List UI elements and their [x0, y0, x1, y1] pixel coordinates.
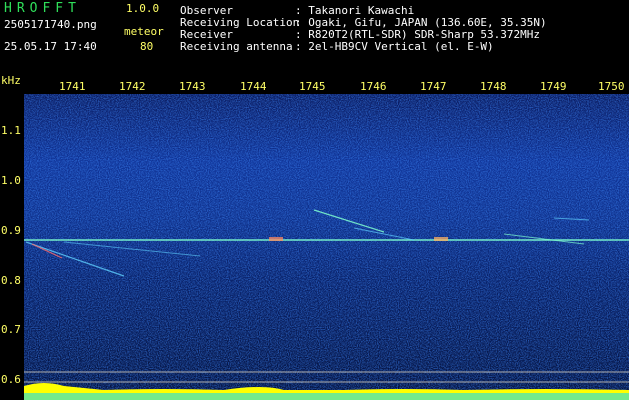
hrofft-window: HROFFT 1.0.0 2505171740.png 25.05.17 17:… [0, 0, 629, 400]
time-tick: 1748 [480, 80, 507, 93]
freq-tick: 0.9 [1, 224, 21, 237]
time-tick: 1745 [299, 80, 326, 93]
info-value: 2el-HB9CV Vertical (el. E-W) [308, 40, 494, 53]
freq-tick: 1.0 [1, 174, 21, 187]
info-label: Receiving antenna [180, 40, 293, 53]
mode-label: meteor [124, 25, 164, 38]
freq-tick: 0.6 [1, 373, 21, 386]
freq-tick: 0.7 [1, 323, 21, 336]
mode-value: 80 [140, 40, 154, 53]
time-tick: 1746 [360, 80, 387, 93]
time-tick: 1741 [59, 80, 86, 93]
time-tick: 1743 [179, 80, 206, 93]
signal-level-base [24, 393, 629, 400]
file-name: 2505171740.png [4, 18, 97, 31]
freq-tick: 1.1 [1, 124, 21, 137]
freq-unit-label: kHz [1, 74, 21, 87]
info-sep: : [295, 40, 309, 53]
app-version: 1.0.0 [126, 2, 160, 15]
meteor-echo [434, 237, 448, 241]
spectrogram-svg [24, 94, 629, 400]
spectrogram-panel [24, 94, 629, 400]
app-title: HROFFT [4, 1, 81, 16]
time-tick: 1750 [598, 80, 625, 93]
time-tick: 1744 [240, 80, 267, 93]
time-tick: 1742 [119, 80, 146, 93]
meteor-echo [269, 237, 283, 241]
info-row-antenna: Receiving antenna: 2el-HB9CV Vertical (e… [180, 40, 494, 53]
time-tick: 1749 [540, 80, 567, 93]
freq-tick: 0.8 [1, 274, 21, 287]
file-datetime: 25.05.17 17:40 [4, 40, 97, 53]
time-tick: 1747 [420, 80, 447, 93]
